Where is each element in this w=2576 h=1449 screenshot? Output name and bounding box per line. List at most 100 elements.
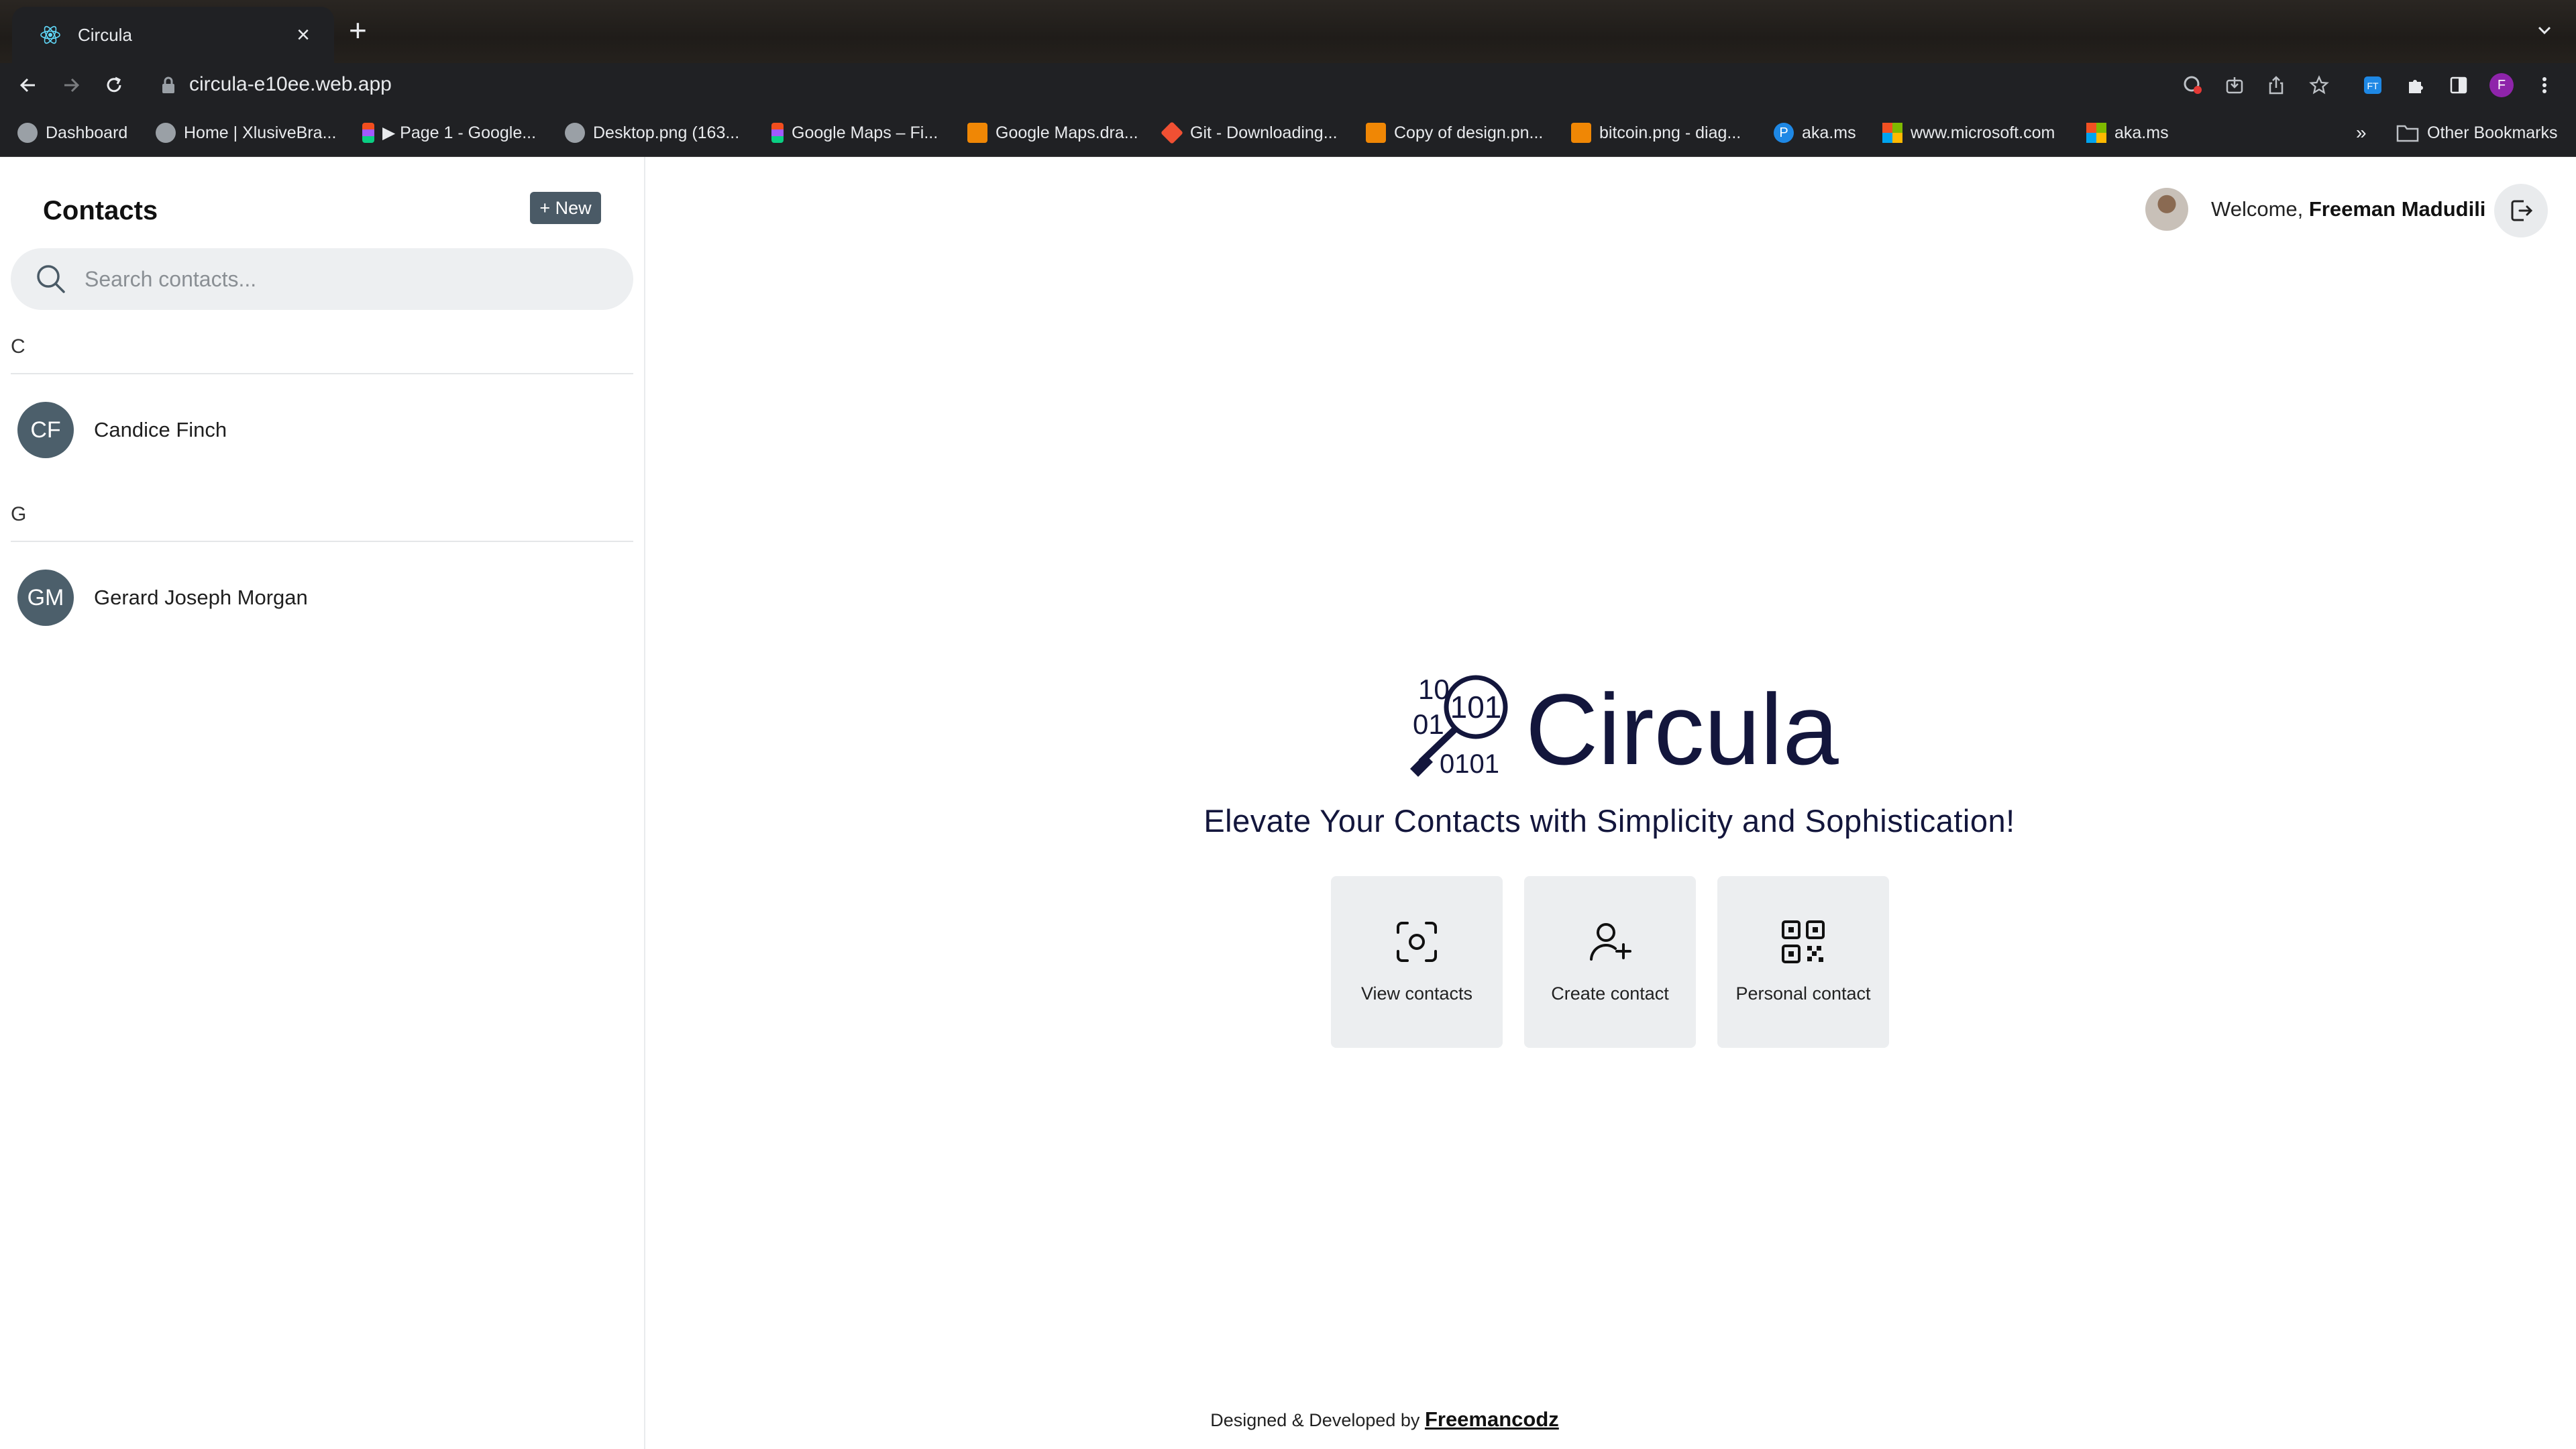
bookmark-item[interactable]: aka.ms (2086, 121, 2169, 145)
globe-icon (156, 123, 176, 143)
logout-button[interactable] (2494, 184, 2548, 237)
bookmark-label: ▶ Page 1 - Google... (382, 123, 537, 142)
browser-tab[interactable]: Circula × (12, 7, 334, 63)
tagline: Elevate Your Contacts with Simplicity an… (1203, 803, 2015, 839)
bookmark-item[interactable]: bitcoin.png - diag... (1571, 121, 1741, 145)
globe-icon (565, 123, 585, 143)
contacts-sidebar: Contacts + New C CF Candice Finch G GM G… (0, 157, 645, 1449)
extension-badge-icon[interactable]: FT (2360, 72, 2385, 98)
reload-button[interactable] (101, 72, 127, 99)
globe-icon (17, 123, 38, 143)
logo-bits-0101: 0101 (1440, 749, 1499, 779)
group-letter: C (11, 335, 25, 358)
reload-icon (107, 76, 121, 93)
more-bookmarks-button[interactable]: » (2356, 121, 2367, 145)
star-icon[interactable] (2306, 72, 2332, 98)
bookmark-label: Other Bookmarks (2427, 123, 2558, 142)
bookmark-label: Git - Downloading... (1190, 123, 1338, 142)
bookmark-item[interactable]: Dashboard (17, 121, 127, 145)
install-app-icon[interactable] (2222, 72, 2247, 98)
contact-name: Gerard Joseph Morgan (94, 586, 308, 609)
chevron-down-icon[interactable] (2534, 20, 2555, 40)
bookmark-label: Copy of design.pn... (1394, 123, 1544, 142)
user-avatar[interactable] (2145, 188, 2188, 231)
logo-wordmark: Circula (1525, 673, 1839, 786)
bookmark-label: aka.ms (2114, 123, 2169, 142)
welcome-prefix: Welcome, (2211, 197, 2304, 221)
contact-name: Candice Finch (94, 418, 227, 441)
search-input[interactable] (85, 266, 608, 292)
new-tab-button[interactable]: + (349, 15, 367, 46)
author-link[interactable]: Freemancodz (1425, 1407, 1559, 1431)
personal-contact-button[interactable]: Personal contact (1717, 876, 1889, 1048)
microsoft-icon (1882, 123, 1902, 143)
contact-list-item[interactable]: GM Gerard Joseph Morgan (0, 561, 633, 635)
search-bar[interactable] (11, 248, 633, 310)
figma-icon (771, 123, 784, 143)
blocked-extension-icon[interactable] (2180, 72, 2206, 98)
arrow-left-icon (19, 78, 35, 93)
bookmark-label: Google Maps.dra... (996, 123, 1138, 142)
bookmark-label: Dashboard (46, 123, 128, 142)
other-bookmarks-folder[interactable]: Other Bookmarks (2396, 121, 2558, 145)
drawio-icon (1366, 123, 1386, 143)
bookmark-item[interactable]: P aka.ms (1774, 121, 1856, 145)
bookmark-label: aka.ms (1802, 123, 1856, 142)
forward-button[interactable] (58, 72, 85, 99)
lock-icon[interactable] (161, 76, 176, 95)
bookmark-label: Home | XlusiveBra... (184, 123, 337, 142)
bookmark-item[interactable]: Git - Downloading... (1161, 121, 1338, 145)
react-icon (40, 25, 60, 44)
view-contacts-button[interactable]: View contacts (1331, 876, 1503, 1048)
figma-icon (362, 123, 374, 143)
contact-list-item[interactable]: CF Candice Finch (0, 393, 633, 467)
bookmark-item[interactable]: Google Maps – Fi... (771, 121, 938, 145)
puzzle-icon[interactable] (2403, 72, 2428, 98)
close-icon[interactable]: × (290, 23, 317, 46)
action-label: Create contact (1551, 983, 1669, 1004)
microsoft-icon (2086, 123, 2106, 143)
app-page: Contacts + New C CF Candice Finch G GM G… (0, 157, 2576, 1449)
group-letter: G (11, 503, 27, 525)
new-contact-button[interactable]: + New (530, 192, 601, 224)
bookmarks-bar: Dashboard Home | XlusiveBra... ▶ Page 1 … (0, 107, 2576, 157)
footer: Designed & Developed by Freemancodz (647, 1407, 2123, 1432)
bookmark-item[interactable]: www.microsoft.com (1882, 121, 2055, 145)
search-icon (37, 265, 65, 293)
share-icon[interactable] (2263, 72, 2289, 98)
profile-avatar[interactable]: F (2489, 72, 2514, 98)
drawio-icon (967, 123, 987, 143)
logo-bits-01: 01 (1413, 708, 1444, 740)
kebab-menu-icon[interactable] (2532, 72, 2557, 98)
user-name: Freeman Madudili (2308, 197, 2486, 221)
svg-text:FT: FT (2367, 80, 2379, 91)
bookmark-label: bitcoin.png - diag... (1599, 123, 1741, 142)
bookmark-item[interactable]: Desktop.png (163... (565, 121, 739, 145)
bookmark-item[interactable]: Copy of design.pn... (1366, 121, 1543, 145)
back-button[interactable] (15, 72, 42, 99)
git-icon (1161, 121, 1183, 144)
browser-toolbar: circula-e10ee.web.app FT F (0, 63, 2576, 107)
footer-text: Designed & Developed by (1210, 1410, 1420, 1430)
logo-bits-101: 101 (1450, 690, 1502, 724)
bookmark-label: www.microsoft.com (1911, 123, 2055, 142)
p-icon: P (1774, 123, 1794, 143)
sidebar-title: Contacts (43, 196, 158, 225)
address-bar[interactable]: circula-e10ee.web.app (189, 73, 392, 96)
create-contact-button[interactable]: Create contact (1524, 876, 1696, 1048)
user-plus-icon (1590, 923, 1631, 961)
qr-code-icon (1782, 920, 1825, 963)
logout-icon (2511, 200, 2533, 221)
arrow-right-icon (64, 78, 80, 93)
welcome-message: Welcome, Freeman Madudili (2211, 197, 2485, 221)
browser-tabstrip: Circula × + (0, 0, 2576, 63)
side-panel-icon[interactable] (2446, 72, 2471, 98)
bookmark-item[interactable]: Google Maps.dra... (967, 121, 1138, 145)
avatar: GM (17, 570, 74, 626)
profile-initial: F (2489, 73, 2514, 97)
bookmark-item[interactable]: ▶ Page 1 - Google... (362, 121, 536, 145)
folder-icon (2396, 125, 2419, 142)
bookmark-item[interactable]: Home | XlusiveBra... (156, 121, 336, 145)
divider (11, 373, 633, 374)
bookmark-label: Google Maps – Fi... (792, 123, 938, 142)
